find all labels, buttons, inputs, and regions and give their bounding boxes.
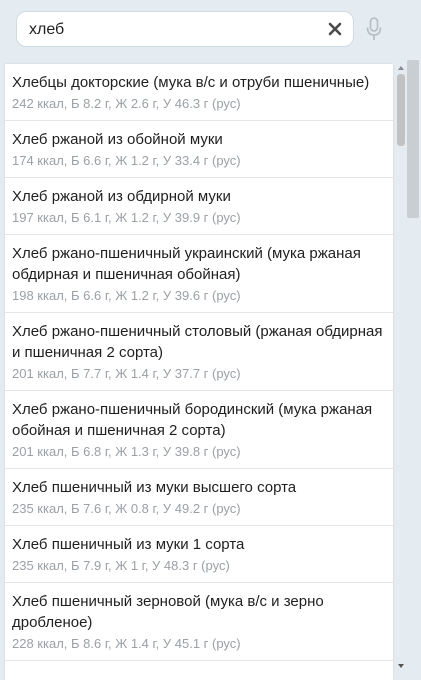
- list-item[interactable]: Хлеб ржано-пшеничный украинский (мука рж…: [5, 235, 393, 313]
- item-nutrition: 235 ккал, Б 7.6 г, Ж 0.8 г, У 49.2 г (ру…: [12, 501, 241, 516]
- item-nutrition: 201 ккал, Б 7.7 г, Ж 1.4 г, У 37.7 г (ру…: [12, 366, 241, 381]
- search-input[interactable]: [29, 18, 319, 42]
- item-nutrition: 235 ккал, Б 7.9 г, Ж 1 г, У 48.3 г (рус): [12, 558, 230, 573]
- item-name: Хлеб пшеничный из муки 1 сорта: [12, 536, 245, 553]
- item-nutrition: 242 ккал, Б 8.2 г, Ж 2.6 г, У 46.3 г (ру…: [12, 96, 241, 111]
- microphone-icon[interactable]: [365, 16, 383, 42]
- item-name: Хлебцы докторские (мука в/с и отруби пше…: [12, 74, 370, 91]
- search-bar: [0, 0, 421, 60]
- item-name: Хлеб пшеничный зерновой (мука в/с и зерн…: [12, 593, 324, 631]
- item-nutrition: 197 ккал, Б 6.1 г, Ж 1.2 г, У 39.9 г (ру…: [12, 210, 241, 225]
- item-nutrition: 198 ккал, Б 6.6 г, Ж 1.2 г, У 39.6 г (ру…: [12, 288, 241, 303]
- page-scrollbar-thumb[interactable]: [407, 60, 419, 218]
- item-name: Хлеб ржаной из обойной муки: [12, 131, 223, 148]
- item-nutrition: 174 ккал, Б 6.6 г, Ж 1.2 г, У 33.4 г (ру…: [12, 153, 241, 168]
- item-name: Хлеб пшеничный из муки высшего сорта: [12, 479, 297, 496]
- search-box[interactable]: [16, 11, 354, 47]
- scroll-down-arrow-icon[interactable]: [397, 662, 405, 670]
- list-item[interactable]: Хлеб ржаной из обдирной муки 197 ккал, Б…: [5, 178, 393, 235]
- item-nutrition: 228 ккал, Б 8.6 г, Ж 1.4 г, У 45.1 г (ру…: [12, 636, 241, 651]
- list-item[interactable]: Хлеб пшеничный из муки высшего сорта 235…: [5, 469, 393, 526]
- results-list: Хлебцы докторские (мука в/с и отруби пше…: [5, 64, 393, 680]
- item-name: Хлеб ржано-пшеничный украинский (мука рж…: [12, 245, 361, 283]
- results-scrollbar[interactable]: [396, 64, 406, 680]
- list-item[interactable]: Хлеб ржано-пшеничный столовый (ржаная об…: [5, 313, 393, 391]
- item-name: Хлеб ржано-пшеничный бородинский (мука р…: [12, 401, 373, 439]
- list-item[interactable]: Хлеб ржаной из обойной муки 174 ккал, Б …: [5, 121, 393, 178]
- list-item[interactable]: Хлеб пшеничный из муки 1 сорта 235 ккал,…: [5, 526, 393, 583]
- item-name: Хлеб ржано-пшеничный столовый (ржаная об…: [12, 323, 383, 361]
- close-icon[interactable]: [327, 21, 343, 37]
- scroll-up-arrow-icon[interactable]: [397, 64, 405, 72]
- results-scrollbar-thumb[interactable]: [397, 74, 405, 146]
- list-item[interactable]: Хлеб пшеничный зерновой (мука в/с и зерн…: [5, 583, 393, 661]
- list-item[interactable]: Хлеб ржано-пшеничный бородинский (мука р…: [5, 391, 393, 469]
- item-name: Хлеб ржаной из обдирной муки: [12, 188, 231, 205]
- item-nutrition: 201 ккал, Б 6.8 г, Ж 1.3 г, У 39.8 г (ру…: [12, 444, 241, 459]
- list-item[interactable]: Хлебцы докторские (мука в/с и отруби пше…: [5, 64, 393, 121]
